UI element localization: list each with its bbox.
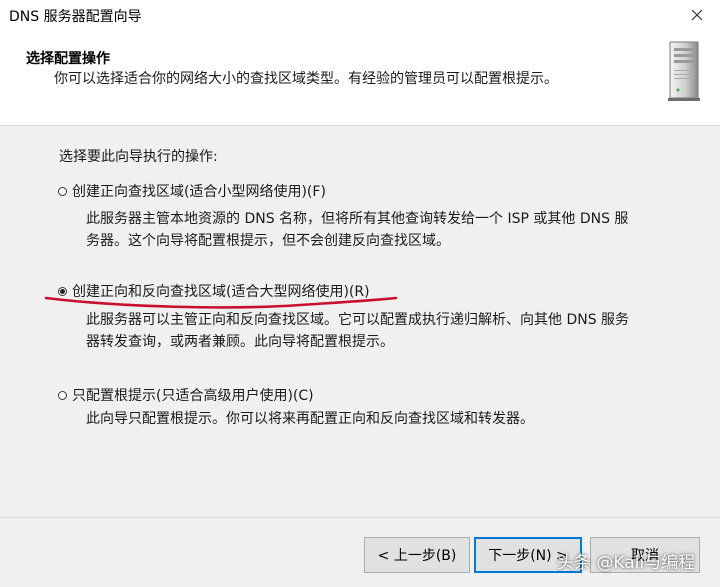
next-button[interactable]: 下一步(N) > bbox=[474, 537, 582, 573]
option-forward-only-label: 创建正向查找区域(适合小型网络使用)(F) bbox=[72, 184, 326, 200]
close-icon bbox=[691, 9, 703, 21]
option-root-hints-label: 只配置根提示(只适合高级用户使用)(C) bbox=[72, 388, 314, 404]
operation-prompt: 选择要此向导执行的操作: bbox=[59, 149, 218, 165]
description-line: 务器。这个向导将配置根提示，但不会创建反向查找区域。 bbox=[86, 233, 450, 249]
window-title: DNS 服务器配置向导 bbox=[9, 9, 142, 25]
description-line: 此服务器主管本地资源的 DNS 名称，但将所有其他查询转发给一个 ISP 或其他… bbox=[86, 211, 629, 227]
option-forward-reverse-label: 创建正向和反向查找区域(适合大型网络使用)(R) bbox=[72, 284, 370, 300]
option-root-hints[interactable]: 只配置根提示(只适合高级用户使用)(C) bbox=[58, 385, 314, 405]
radio-forward-only[interactable] bbox=[58, 186, 67, 196]
server-icon bbox=[668, 41, 700, 101]
wizard-header: 选择配置操作 你可以选择适合你的网络大小的查找区域类型。有经验的管理员可以配置根… bbox=[0, 30, 720, 126]
back-button[interactable]: < 上一步(B) bbox=[364, 537, 470, 573]
description-line: 此服务器可以主管正向和反向查找区域。它可以配置成执行递归解析、向其他 DNS 服… bbox=[86, 312, 630, 328]
footer-separator bbox=[0, 517, 720, 518]
option-forward-only-description: 此服务器主管本地资源的 DNS 名称，但将所有其他查询转发给一个 ISP 或其他… bbox=[86, 208, 686, 252]
description-line: 此向导只配置根提示。你可以将来再配置正向和反向查找区域和转发器。 bbox=[86, 411, 534, 427]
close-button[interactable] bbox=[674, 0, 720, 30]
option-forward-reverse[interactable]: 创建正向和反向查找区域(适合大型网络使用)(R) bbox=[58, 281, 370, 301]
cancel-button[interactable]: 取消 bbox=[590, 537, 700, 573]
description-line: 器转发查询，或两者兼顾。此向导将配置根提示。 bbox=[86, 334, 394, 350]
option-forward-only[interactable]: 创建正向查找区域(适合小型网络使用)(F) bbox=[58, 181, 326, 201]
title-bar: DNS 服务器配置向导 bbox=[0, 0, 720, 30]
header-title: 选择配置操作 bbox=[26, 51, 110, 67]
radio-forward-reverse[interactable] bbox=[58, 286, 67, 296]
option-forward-reverse-description: 此服务器可以主管正向和反向查找区域。它可以配置成执行递归解析、向其他 DNS 服… bbox=[86, 309, 686, 353]
radio-root-hints[interactable] bbox=[58, 390, 67, 400]
header-subtitle: 你可以选择适合你的网络大小的查找区域类型。有经验的管理员可以配置根提示。 bbox=[54, 71, 558, 87]
option-root-hints-description: 此向导只配置根提示。你可以将来再配置正向和反向查找区域和转发器。 bbox=[86, 408, 686, 430]
